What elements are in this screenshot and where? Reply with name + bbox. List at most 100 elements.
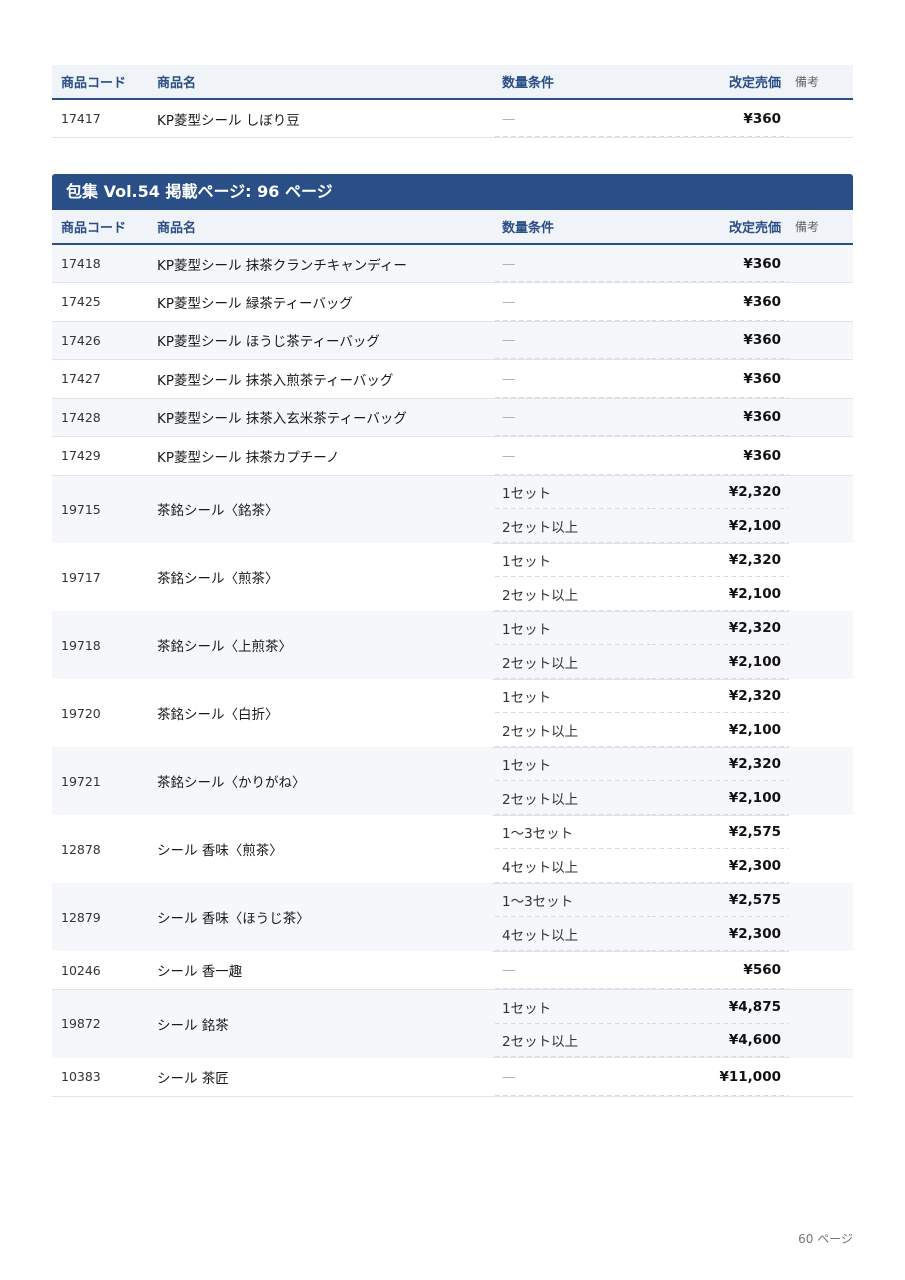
revised-price: ¥2,320 <box>650 679 789 713</box>
table-row: 19721 茶銘シール〈かりがね〉 1セット ¥2,320 <box>52 747 853 815</box>
product-code: 12878 <box>61 841 101 857</box>
remarks-cell <box>789 679 853 747</box>
product-code: 19872 <box>52 989 148 1058</box>
revised-price: ¥2,320 <box>650 543 789 577</box>
product-code: 17427 <box>52 359 148 399</box>
top-price-table: 商品コード 商品名 数量条件 改定売価 備考 17417 KP菱型シール しぼり豆… <box>52 65 853 138</box>
product-name: KP菱型シール 抹茶入玄米茶ティーバッグ <box>148 398 492 437</box>
table-row: 10383 シール 茶匠 — ¥11,000 <box>52 1057 853 1097</box>
revised-price: ¥2,100 <box>650 509 789 544</box>
top-table-header: 商品コード 商品名 数量条件 改定売価 備考 <box>52 65 853 100</box>
product-name: 茶銘シール〈白折〉 <box>157 707 279 723</box>
product-name: KP菱型シール しぼり豆 <box>148 99 492 138</box>
revised-price: ¥2,100 <box>650 781 789 816</box>
quantity-condition: 1セット <box>492 679 650 713</box>
product-name: シール 銘茶 <box>148 989 492 1058</box>
revised-price: ¥2,320 <box>650 475 789 509</box>
remarks-cell <box>789 989 853 1058</box>
quantity-condition: — <box>492 282 650 322</box>
quantity-condition: — <box>492 398 650 437</box>
quantity-condition: 1セット <box>492 747 650 781</box>
table-row: 12878 シール 香味〈煎茶〉 1～3セット ¥2,575 <box>52 815 853 859</box>
table-row: 17429 KP菱型シール 抹茶カプチーノ — ¥360 <box>52 436 853 476</box>
quantity-condition: 2セット以上 <box>492 577 650 612</box>
revised-price: ¥560 <box>650 951 789 990</box>
product-name: KP菱型シール 抹茶クランチキャンディー <box>148 244 492 283</box>
remarks-cell <box>789 436 853 476</box>
revised-price: ¥360 <box>650 436 789 476</box>
header-revised-price: 改定売価 <box>650 210 789 245</box>
remarks-cell <box>789 883 853 951</box>
product-code: 10246 <box>52 951 148 990</box>
remarks-cell <box>789 99 853 138</box>
quantity-condition: — <box>492 951 650 990</box>
product-name: 茶銘シール〈煎茶〉 <box>157 571 279 587</box>
product-code: 12879 <box>52 883 148 951</box>
remarks-cell <box>789 951 853 990</box>
revised-price: ¥4,875 <box>650 989 789 1024</box>
section-title: 包集 Vol.54 掲載ページ: 96 ページ <box>66 182 333 201</box>
remarks-cell <box>789 475 853 543</box>
revised-price: ¥360 <box>650 359 789 399</box>
product-name: 茶銘シール〈銘茶〉 <box>148 475 492 543</box>
revised-price: ¥360 <box>650 99 789 138</box>
remarks-cell <box>789 611 853 679</box>
table-row: 17426 KP菱型シール ほうじ茶ティーバッグ — ¥360 <box>52 321 853 360</box>
revised-price: ¥4,600 <box>650 1023 789 1058</box>
header-quantity-condition: 数量条件 <box>492 210 650 245</box>
quantity-condition: 1セット <box>492 989 650 1024</box>
product-name: シール 香一趣 <box>148 951 492 990</box>
remarks-cell <box>789 1057 853 1097</box>
top-table-body: 17417 KP菱型シール しぼり豆 — ¥360 <box>52 99 853 138</box>
quantity-condition: 1～3セット <box>492 815 650 849</box>
revised-price: ¥360 <box>650 398 789 437</box>
quantity-condition: 4セット以上 <box>492 917 650 952</box>
table-row: 17417 KP菱型シール しぼり豆 — ¥360 <box>52 99 853 138</box>
quantity-condition: — <box>492 1057 650 1097</box>
product-name: シール 香味〈煎茶〉 <box>157 843 283 859</box>
section-title-bar: 包集 Vol.54 掲載ページ: 96 ページ <box>52 174 853 210</box>
table-row: 17418 KP菱型シール 抹茶クランチキャンディー — ¥360 <box>52 244 853 283</box>
product-name: KP菱型シール 抹茶入煎茶ティーバッグ <box>148 359 492 399</box>
revised-price: ¥11,000 <box>650 1057 789 1097</box>
product-name: 茶銘シール〈上煎茶〉 <box>148 611 492 679</box>
table-row: 19720 茶銘シール〈白折〉 1セット ¥2,320 <box>52 679 853 723</box>
product-name: シール 香味〈ほうじ茶〉 <box>148 883 492 951</box>
revised-price: ¥360 <box>650 244 789 283</box>
quantity-condition: 2セット以上 <box>492 713 650 748</box>
top-table-wrap: 商品コード 商品名 数量条件 改定売価 備考 17417 KP菱型シール しぼり豆… <box>52 65 853 138</box>
quantity-condition: 1セット <box>492 475 650 509</box>
quantity-condition: 4セット以上 <box>492 849 650 884</box>
revised-price: ¥2,575 <box>650 883 789 917</box>
remarks-cell <box>789 244 853 283</box>
quantity-condition: — <box>492 436 650 476</box>
page-number: 60 ページ <box>798 1232 853 1246</box>
product-code: 17426 <box>52 321 148 360</box>
quantity-condition: 2セット以上 <box>492 645 650 680</box>
table-row: 17428 KP菱型シール 抹茶入玄米茶ティーバッグ — ¥360 <box>52 398 853 437</box>
product-code: 19721 <box>52 747 148 815</box>
quantity-condition: 2セット以上 <box>492 509 650 544</box>
revised-price: ¥2,100 <box>650 577 789 612</box>
header-remarks: 備考 <box>789 210 853 245</box>
product-name: シール 茶匠 <box>148 1057 492 1097</box>
remarks-cell <box>789 815 853 883</box>
product-code: 17428 <box>52 398 148 437</box>
table-row: 10246 シール 香一趣 — ¥560 <box>52 951 853 990</box>
remarks-cell <box>789 321 853 360</box>
table-row: 17425 KP菱型シール 緑茶ティーバッグ — ¥360 <box>52 282 853 322</box>
remarks-cell <box>789 398 853 437</box>
product-code: 17429 <box>52 436 148 476</box>
quantity-condition: 1セット <box>492 611 650 645</box>
product-name: KP菱型シール ほうじ茶ティーバッグ <box>148 321 492 360</box>
main-table-body: 17418 KP菱型シール 抹茶クランチキャンディー — ¥360 17425 KP菱型シ… <box>52 244 853 1097</box>
quantity-condition: 2セット以上 <box>492 1023 650 1058</box>
remarks-cell <box>789 359 853 399</box>
table-row: 12879 シール 香味〈ほうじ茶〉 1～3セット ¥2,575 <box>52 883 853 951</box>
quantity-condition: — <box>492 244 650 283</box>
quantity-condition: 1～3セット <box>492 883 650 917</box>
remarks-cell <box>789 747 853 815</box>
header-remarks: 備考 <box>789 65 853 100</box>
product-code: 17425 <box>52 282 148 322</box>
main-table-wrap: 商品コード 商品名 数量条件 改定売価 備考 17418 KP菱型シール 抹茶クラ… <box>52 210 853 1097</box>
